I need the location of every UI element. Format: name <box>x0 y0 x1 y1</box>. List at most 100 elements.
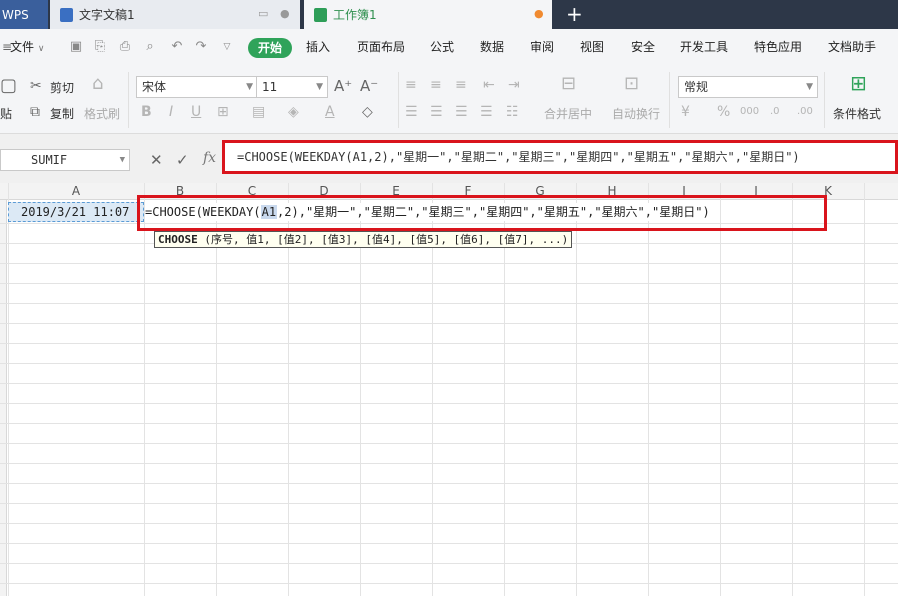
menu-data[interactable]: 数据 <box>480 29 504 66</box>
decrease-font-icon[interactable]: A⁻ <box>360 78 378 94</box>
paste-label[interactable]: 贴 <box>0 105 12 122</box>
cell-a1[interactable]: 2019/3/21 11:07 <box>8 202 144 222</box>
tab-workbook[interactable]: 工作簿1 ● <box>304 0 552 29</box>
grid-row-line <box>0 443 898 444</box>
tab-wps[interactable]: WPS <box>0 0 48 29</box>
align-right-icon[interactable]: ☰ <box>455 104 468 120</box>
cancel-icon[interactable]: ✕ <box>150 151 163 169</box>
tab-document[interactable]: 文字文稿1 ▭ ● <box>50 0 300 29</box>
formula-input[interactable]: =CHOOSE(WEEKDAY(A1,2),"星期一","星期二","星期三",… <box>222 140 898 174</box>
increase-decimal-icon[interactable]: .0 <box>770 104 780 120</box>
grid-row-line <box>0 563 898 564</box>
confirm-icon[interactable]: ✓ <box>176 151 189 169</box>
increase-indent-icon[interactable]: ⇥ <box>508 77 520 93</box>
number-format-select[interactable]: 常规 ▼ <box>678 76 818 98</box>
percent-icon[interactable]: % <box>717 104 730 120</box>
ribbon-toolbar: ▢ 贴 ✂ 剪切 ⧉ 复制 ⌂ 格式刷 宋体 ▼ 11 ▼ A⁺ A⁻ B I … <box>0 66 898 134</box>
menu-review[interactable]: 审阅 <box>530 29 554 66</box>
copy-button[interactable]: 复制 <box>50 105 74 122</box>
fill-pattern-icon[interactable]: ▤ <box>252 104 265 120</box>
format-painter-icon[interactable]: ⌂ <box>92 75 103 93</box>
menu-file[interactable]: 文件 ∨ <box>10 29 44 66</box>
align-left-icon[interactable]: ☰ <box>405 104 418 120</box>
merge-center-button[interactable]: 合并居中 <box>544 105 592 122</box>
cell-b1-editor[interactable]: =CHOOSE(WEEKDAY(A1,2),"星期一","星期二","星期三",… <box>145 203 710 221</box>
align-center-icon[interactable]: ☰ <box>430 104 443 120</box>
copy-icon[interactable]: ⧉ <box>30 104 40 120</box>
fill-color-icon[interactable]: ◈ <box>288 104 299 120</box>
font-name-select[interactable]: 宋体 ▼ <box>136 76 258 98</box>
decrease-indent-icon[interactable]: ⇤ <box>483 77 495 93</box>
menu-insert[interactable]: 插入 <box>306 29 330 66</box>
print-preview-icon[interactable]: ⌕ <box>143 40 157 54</box>
font-color-icon[interactable]: A <box>325 104 335 120</box>
font-name-value: 宋体 <box>142 80 167 94</box>
grid-row-line <box>0 543 898 544</box>
chevron-down-icon: ▼ <box>246 82 253 92</box>
grid-row-line <box>0 343 898 344</box>
window-restore-icon[interactable]: ▭ <box>258 7 268 20</box>
menu-view[interactable]: 视图 <box>580 29 604 66</box>
justify-icon[interactable]: ☰ <box>480 104 493 120</box>
grid-row-line <box>0 403 898 404</box>
clear-format-icon[interactable]: ◇ <box>362 104 373 120</box>
new-tab-button[interactable]: + <box>566 2 583 26</box>
wrap-text-icon[interactable]: ⊡ <box>624 75 639 93</box>
redo-icon[interactable]: ↷ <box>194 40 208 54</box>
merge-center-icon[interactable]: ⊟ <box>561 75 576 93</box>
name-box[interactable]: SUMIF ▼ <box>0 149 130 171</box>
menu-special-apps[interactable]: 特色应用 <box>754 29 802 66</box>
wrap-text-button[interactable]: 自动换行 <box>612 105 660 122</box>
align-middle-icon[interactable]: ≡ <box>430 77 442 93</box>
grid-row-line <box>0 583 898 584</box>
menu-developer[interactable]: 开发工具 <box>680 29 728 66</box>
grid-row-line <box>0 303 898 304</box>
sheet-grid[interactable]: ABCDEFGHIJK 2019/3/21 11:07 =CHOOSE(WEEK… <box>0 183 898 596</box>
format-painter-button[interactable]: 格式刷 <box>84 105 120 122</box>
bold-icon[interactable]: B <box>141 104 152 120</box>
number-format-value: 常规 <box>684 80 709 94</box>
chevron-down-icon: ▼ <box>806 82 813 92</box>
grid-row-line <box>0 523 898 524</box>
cell-formula-prefix: =CHOOSE(WEEKDAY( <box>145 205 261 219</box>
menu-home[interactable]: 开始 <box>248 38 293 58</box>
currency-icon[interactable]: ¥ <box>681 104 690 120</box>
grid-column-line <box>576 183 577 596</box>
scissors-icon[interactable]: ✂ <box>30 78 42 94</box>
align-bottom-icon[interactable]: ≡ <box>455 77 467 93</box>
increase-font-icon[interactable]: A⁺ <box>334 78 352 94</box>
border-icon[interactable]: ⊞ <box>217 104 229 120</box>
grid-row-line <box>0 263 898 264</box>
decrease-decimal-icon[interactable]: .00 <box>797 104 813 120</box>
menu-page-layout[interactable]: 页面布局 <box>357 29 405 66</box>
cut-button[interactable]: 剪切 <box>50 79 74 96</box>
paste-icon[interactable]: ▢ <box>0 77 17 95</box>
tooltip-function-name: CHOOSE <box>158 233 198 246</box>
print-icon[interactable]: ⎙ <box>118 40 132 54</box>
menu-security[interactable]: 安全 <box>631 29 655 66</box>
thousands-separator-icon[interactable]: 000 <box>740 104 759 120</box>
undo-icon[interactable]: ↶ <box>170 40 184 54</box>
save-icon[interactable]: ▣ <box>69 40 83 54</box>
menu-formula[interactable]: 公式 <box>430 29 454 66</box>
tab-document-label: 文字文稿1 <box>79 8 135 22</box>
font-size-select[interactable]: 11 ▼ <box>256 76 328 98</box>
grid-column-line <box>792 183 793 596</box>
underline-icon[interactable]: U <box>191 104 201 120</box>
tab-wps-label: WPS <box>2 7 29 22</box>
column-header-a[interactable]: A <box>8 183 144 200</box>
export-pdf-icon[interactable]: ⎘ <box>93 40 107 54</box>
conditional-format-button[interactable]: 条件格式 <box>833 105 881 122</box>
italic-icon[interactable]: I <box>169 104 173 120</box>
grid-column-line <box>720 183 721 596</box>
distribute-icon[interactable]: ☷ <box>506 104 519 120</box>
title-bar: WPS 文字文稿1 ▭ ● 工作簿1 ● + <box>0 0 898 29</box>
customize-chevron-icon[interactable]: ▽ <box>220 40 234 54</box>
align-top-icon[interactable]: ≡ <box>405 77 417 93</box>
tab-dot-icon[interactable]: ● <box>280 7 290 20</box>
insert-function-button[interactable]: fx <box>203 150 216 166</box>
menu-doc-assistant[interactable]: 文档助手 <box>828 29 876 66</box>
conditional-format-icon[interactable]: ⊞ <box>850 73 867 93</box>
unsaved-dot-icon[interactable]: ● <box>534 7 544 20</box>
grid-column-line <box>144 183 145 596</box>
